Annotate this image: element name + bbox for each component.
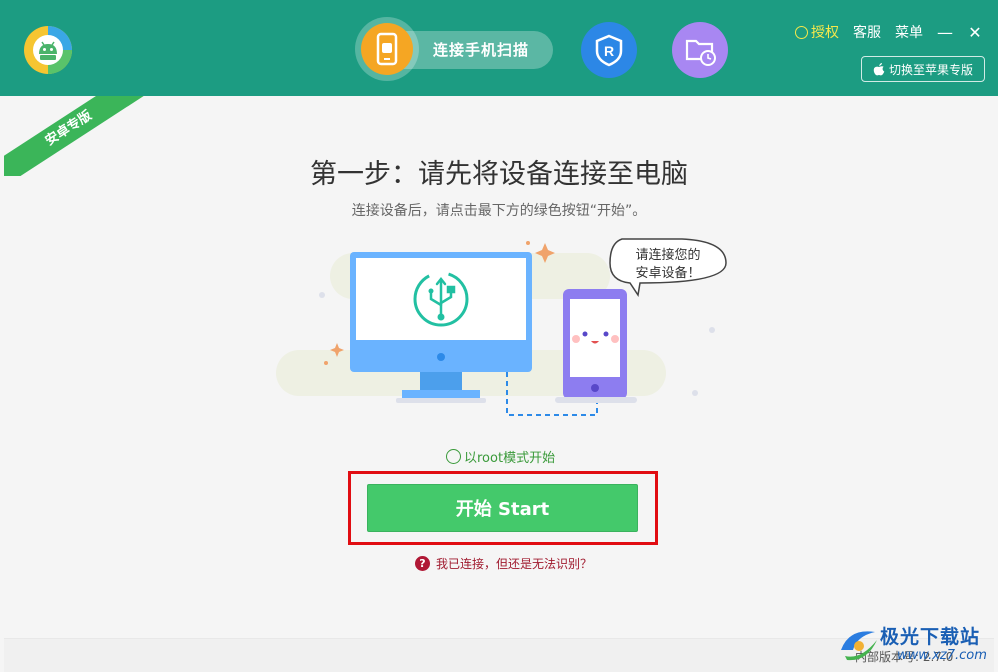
watermark-text: 极光下载站 (880, 626, 981, 648)
repair-tab[interactable]: R (581, 22, 637, 78)
history-tab[interactable] (672, 22, 728, 78)
question-icon: ? (415, 556, 430, 571)
title-bar: 连接手机扫描 R 授权 客服 菜单 — ✕ 切换至苹果专版 (0, 0, 998, 96)
menu-link[interactable]: 菜单 (895, 22, 923, 42)
site-watermark: 极光下载站 www.xz7.com (835, 618, 995, 672)
bubble-line-1: 请连接您的 (635, 247, 700, 263)
app-logo-icon (24, 26, 72, 74)
connection-illustration: 请连接您的 安卓设备！ (276, 238, 727, 416)
root-mode-option[interactable]: 以root模式开始 (446, 447, 555, 466)
watermark-url: www.xz7.com (897, 648, 987, 663)
authorize-link[interactable]: 授权 (795, 22, 839, 42)
svg-text:R: R (604, 43, 614, 59)
page-subtitle: 连接设备后，请点击最下方的绿色按钮“开始”。 (351, 203, 647, 219)
authorize-label: 授权 (811, 25, 839, 41)
switch-to-apple-button[interactable]: 切换至苹果专版 (861, 56, 985, 82)
cannot-recognize-help-link[interactable]: ? 我已连接，但还是无法识别？ (415, 555, 592, 572)
start-button[interactable]: 开始 Start (367, 484, 638, 532)
bubble-line-2: 安卓设备！ (635, 265, 700, 281)
tab-icon-ring (355, 17, 419, 81)
phone-android-icon (376, 32, 398, 66)
apple-icon (873, 62, 885, 75)
tab-label: 连接手机扫描 (433, 41, 530, 59)
shield-r-icon: R (595, 34, 623, 67)
close-button[interactable]: ✕ (967, 23, 983, 42)
switch-label: 切换至苹果专版 (888, 62, 973, 77)
customer-service-link[interactable]: 客服 (853, 22, 881, 42)
root-mode-label: 以root模式开始 (464, 451, 556, 466)
connect-phone-scan-tab[interactable]: 连接手机扫描 (355, 17, 553, 81)
root-mode-radio[interactable] (446, 449, 461, 464)
watermark-logo-icon (841, 631, 877, 661)
minimize-button[interactable]: — (937, 23, 953, 42)
folder-clock-icon (685, 39, 716, 66)
check-circle-icon (795, 25, 808, 39)
page-title: 第一步：请先将设备连接至电脑 (310, 159, 688, 190)
help-label: 我已连接，但还是无法识别？ (436, 557, 593, 571)
